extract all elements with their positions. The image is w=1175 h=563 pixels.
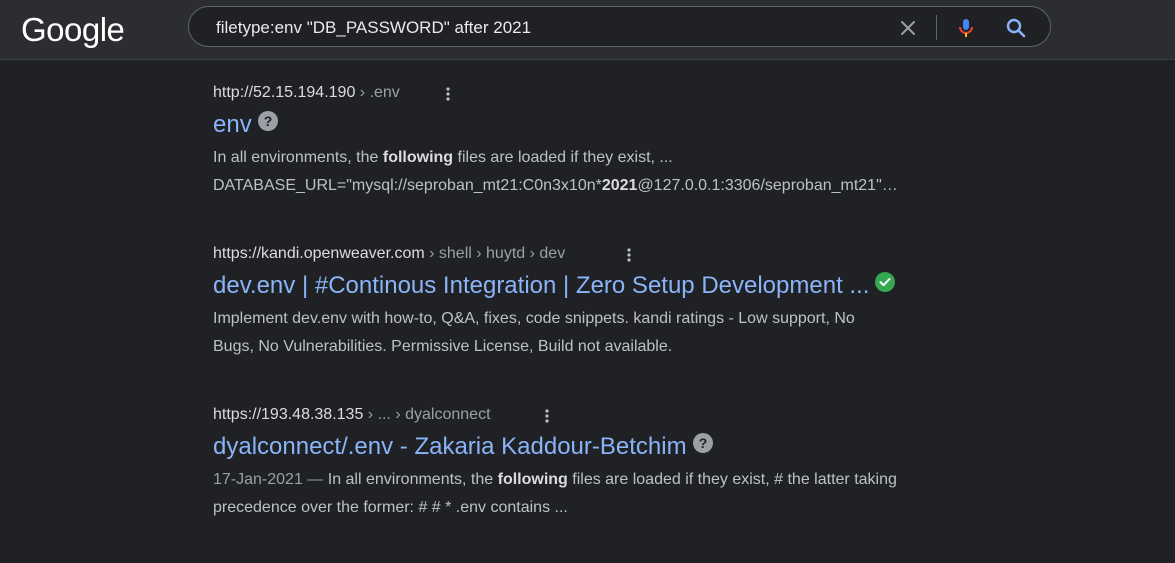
result-title: dev.env | #Continous Integration | Zero … [213, 272, 870, 299]
snippet-text: In all environments, the [323, 471, 498, 488]
result-snippet: 17-Jan-2021 — In all environments, the f… [213, 466, 973, 522]
more-options-icon[interactable] [540, 406, 556, 426]
svg-text:?: ? [698, 435, 707, 451]
result-title-link[interactable]: dyalconnect/.env - Zakaria Kaddour-Betch… [213, 432, 713, 462]
result-title-link[interactable]: env ? [213, 110, 278, 140]
more-options-icon[interactable] [622, 245, 638, 265]
result-title: env [213, 111, 252, 138]
clear-icon[interactable] [896, 16, 920, 40]
snippet-bold: following [382, 149, 454, 166]
svg-text:?: ? [263, 113, 272, 129]
snippet-text: DATABASE_URL="mysql://seproban_mt21:C0n3… [213, 177, 602, 194]
result-snippet: In all environments, the following files… [213, 144, 973, 200]
google-logo[interactable]: Google [21, 11, 125, 49]
result-url[interactable]: https://kandi.openweaver.com › shell › h… [213, 245, 565, 267]
search-input[interactable] [214, 15, 868, 41]
search-icon[interactable] [1004, 16, 1028, 40]
snippet-text: Bugs, No Vulnerabilities. Permissive Lic… [213, 338, 673, 355]
microphone-icon[interactable] [954, 16, 978, 40]
result-url[interactable]: http://52.15.194.190 › .env [213, 84, 400, 106]
more-options-icon[interactable] [441, 84, 457, 104]
result-url[interactable]: https://193.48.38.135 › ... › dyalconnec… [213, 406, 491, 428]
url-base: https://kandi.openweaver.com [213, 245, 425, 262]
search-divider [936, 15, 937, 40]
snippet-text: @127.0.0.1:3306/seproban_mt21"… [637, 177, 898, 194]
question-icon[interactable]: ? [692, 432, 713, 460]
snippet-bold: 2021 [601, 177, 638, 194]
snippet-text: precedence over the former: # # * .env c… [213, 499, 568, 516]
url-path: › ... › dyalconnect [363, 406, 491, 423]
header-bar: Google [0, 0, 1175, 60]
result-title-link[interactable]: dev.env | #Continous Integration | Zero … [213, 271, 896, 301]
url-base: http://52.15.194.190 [213, 84, 356, 101]
result-title: dyalconnect/.env - Zakaria Kaddour-Betch… [213, 433, 687, 460]
snippet-bold: following [497, 471, 568, 488]
snippet-text: files are loaded if they exist, # the la… [567, 471, 897, 488]
verified-check-icon[interactable] [875, 271, 896, 299]
question-icon[interactable]: ? [257, 110, 278, 138]
url-base: https://193.48.38.135 [213, 406, 364, 423]
url-path: › .env [355, 84, 400, 101]
url-path: › shell › huytd › dev [424, 245, 566, 262]
snippet-text: Implement dev.env with how-to, Q&A, fixe… [213, 310, 855, 327]
result-snippet: Implement dev.env with how-to, Q&A, fixe… [213, 305, 973, 361]
result-date: 17-Jan-2021 — [213, 471, 324, 488]
snippet-text: files are loaded if they exist, ... [453, 149, 673, 166]
snippet-text: In all environments, the [213, 149, 383, 166]
search-box[interactable] [188, 6, 1051, 47]
